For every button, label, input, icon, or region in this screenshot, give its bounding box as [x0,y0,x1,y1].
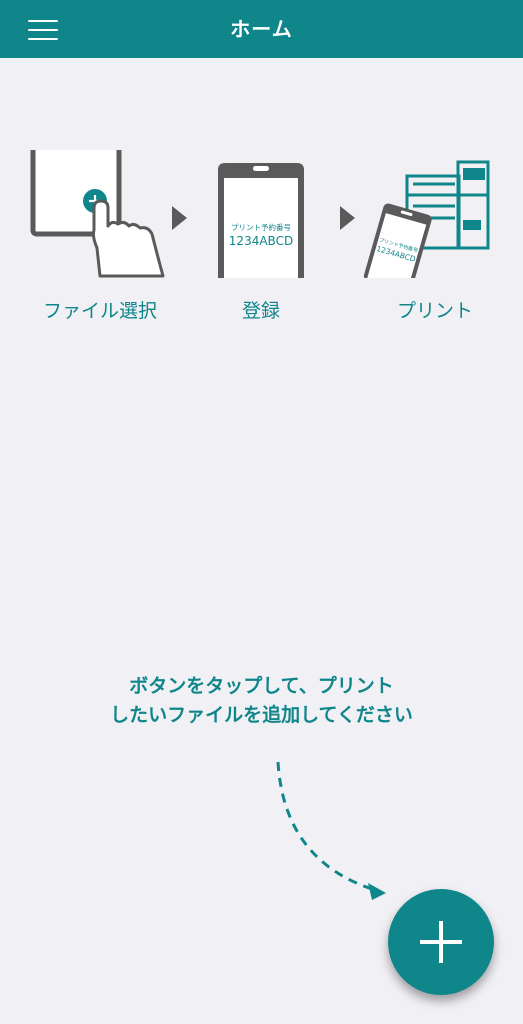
printer-print-icon: プリント予約番号 1234ABCD [363,160,490,278]
file-select-tap-icon [30,150,165,278]
reservation-caption: プリント予約番号 [231,222,291,232]
print-steps: ファイル選択 プリント予約番号 1234ABCD 登録 プリント予約番号 123… [0,150,523,330]
page-title: ホーム [230,17,293,41]
step-label-register: 登録 [241,300,280,322]
instruction-line-1: ボタンをタップして、プリント [129,675,394,697]
dashed-arrow-icon [276,761,386,900]
reservation-code: 1234ABCD [229,234,293,248]
phone-register-icon: プリント予約番号 1234ABCD [218,163,304,278]
step-label-print: プリント [396,300,473,322]
add-file-button[interactable] [388,889,494,995]
step-arrow-icon [340,206,355,230]
app-header: ホーム [0,0,523,58]
instruction-text: ボタンをタップして、プリント したいファイルを追加してください [0,672,523,730]
instruction-line-2: したいファイルを追加してください [110,704,413,726]
step-label-file-select: ファイル選択 [42,300,157,322]
step-arrow-icon [172,206,187,230]
